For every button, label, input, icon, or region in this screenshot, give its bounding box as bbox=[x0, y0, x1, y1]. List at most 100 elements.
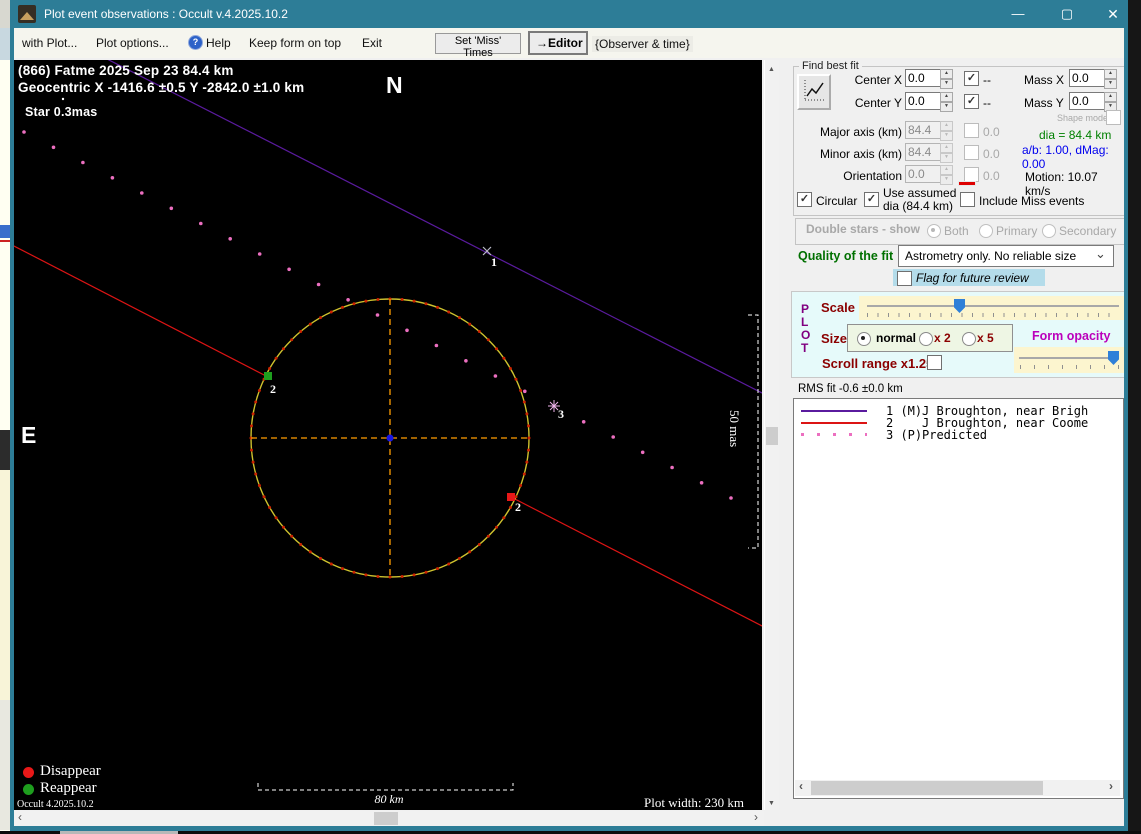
content-area: 1 2 2 3 (866) Fatme 2025 Sep 23 84.4 km … bbox=[14, 58, 1127, 826]
bg-fragment bbox=[0, 240, 10, 242]
scroll-up-icon[interactable]: ▲ bbox=[768, 64, 775, 75]
major-axis-fit-checkbox bbox=[964, 123, 979, 138]
menu-exit[interactable]: Exit bbox=[362, 36, 382, 50]
mass-x-input[interactable] bbox=[1069, 69, 1105, 87]
center-y-fit-checkbox[interactable]: ✓ bbox=[964, 94, 979, 109]
mass-y-label: Mass Y bbox=[1024, 96, 1064, 110]
legend-reappear: Reappear bbox=[40, 780, 97, 796]
major-axis-input bbox=[905, 121, 941, 139]
menu-help[interactable]: Help bbox=[206, 36, 231, 50]
observer-row[interactable]: 3 (P) Predicted bbox=[794, 428, 1121, 442]
find-best-fit-label: Find best fit bbox=[799, 60, 862, 72]
window-border-bottom bbox=[10, 826, 1128, 831]
mass-y-spinner[interactable]: ▲ ▼ bbox=[1104, 92, 1117, 112]
quality-dropdown-value: Astrometry only. No reliable size bbox=[905, 249, 1077, 263]
form-opacity-slider[interactable] bbox=[1014, 347, 1124, 373]
reappear-marker-chord2 bbox=[264, 372, 272, 380]
scroll-range-checkbox[interactable] bbox=[927, 355, 942, 370]
minor-axis-cb-value: 0.0 bbox=[983, 147, 1000, 161]
listbox-horizontal-scrollbar[interactable]: ‹ › bbox=[795, 780, 1120, 796]
chevron-down-icon[interactable]: ⌄ bbox=[1095, 246, 1106, 262]
disappear-dot bbox=[23, 767, 34, 778]
form-opacity-thumb[interactable] bbox=[1108, 351, 1119, 365]
mass-y-input[interactable] bbox=[1069, 92, 1105, 110]
chord-2-line-west bbox=[14, 245, 269, 378]
menu-keep-form-on-top[interactable]: Keep form on top bbox=[249, 36, 341, 50]
center-x-input[interactable] bbox=[905, 69, 941, 87]
minor-axis-fit-checkbox bbox=[964, 145, 979, 160]
plot-horizontal-scrollbar[interactable]: ‹ › bbox=[14, 811, 764, 826]
km-scale-bracket bbox=[257, 783, 514, 791]
center-y-dash: -- bbox=[983, 96, 991, 110]
mas-scale-bracket bbox=[748, 314, 759, 549]
orientation-label: Orientation bbox=[843, 169, 902, 183]
listbox-scroll-thumb[interactable] bbox=[811, 781, 1043, 795]
scroll-left-icon[interactable]: ‹ bbox=[18, 811, 22, 823]
screen: Plot event observations : Occult v.4.202… bbox=[0, 0, 1141, 834]
mass-x-spinner[interactable]: ▲ ▼ bbox=[1104, 69, 1117, 89]
set-miss-times-button[interactable]: Set 'Miss' Times bbox=[435, 33, 521, 59]
major-axis-label: Major axis (km) bbox=[819, 125, 902, 139]
occultation-plot[interactable]: 1 2 2 3 (866) Fatme 2025 Sep 23 84.4 km … bbox=[14, 60, 762, 810]
circular-checkbox[interactable]: ✓ bbox=[797, 192, 812, 207]
horizontal-scroll-thumb[interactable] bbox=[374, 812, 398, 825]
editor-button[interactable]: →Editor bbox=[528, 31, 588, 55]
scroll-range-label: Scroll range x1.25 bbox=[822, 356, 934, 371]
minor-axis-label: Minor axis (km) bbox=[819, 147, 902, 161]
size-x2-label: x 2 bbox=[934, 331, 951, 345]
fit-chart-button[interactable] bbox=[797, 74, 831, 110]
flag-review-checkbox[interactable] bbox=[897, 271, 912, 286]
scale-slider-thumb[interactable] bbox=[954, 299, 965, 313]
window-title: Plot event observations : Occult v.4.202… bbox=[44, 7, 288, 21]
close-button[interactable]: ✕ bbox=[1093, 0, 1133, 28]
flag-review-row: Flag for future review bbox=[893, 269, 1045, 286]
scroll-right-icon[interactable]: › bbox=[754, 811, 758, 823]
center-x-dash: -- bbox=[983, 73, 991, 87]
minimize-button[interactable]: — bbox=[998, 0, 1038, 28]
center-y-input[interactable] bbox=[905, 92, 941, 110]
east-label: E bbox=[21, 422, 37, 448]
title-bar[interactable]: Plot event observations : Occult v.4.202… bbox=[10, 0, 1128, 28]
use-assumed-checkbox[interactable]: ✓ bbox=[864, 192, 879, 207]
bg-fragment bbox=[0, 225, 10, 238]
scroll-down-icon[interactable]: ▼ bbox=[768, 798, 775, 809]
chord-2-line-east bbox=[510, 496, 762, 627]
size-x2-radio[interactable] bbox=[919, 332, 933, 346]
center-y-spinner[interactable]: ▲ ▼ bbox=[940, 92, 953, 112]
center-x-label: Center X bbox=[854, 73, 902, 87]
rms-fit-text: RMS fit -0.6 ±0.0 km bbox=[798, 383, 903, 395]
scale-slider-track[interactable] bbox=[867, 305, 1119, 307]
maximize-button[interactable]: ▢ bbox=[1047, 0, 1087, 28]
plot-vertical-scrollbar[interactable]: ▲ ▼ bbox=[764, 60, 779, 810]
bg-fragment bbox=[0, 470, 10, 700]
include-miss-label: Include Miss events bbox=[979, 194, 1085, 208]
km-scale-label: 80 km bbox=[374, 792, 404, 806]
include-miss-checkbox[interactable] bbox=[960, 192, 975, 207]
double-stars-secondary-label: Secondary bbox=[1059, 224, 1117, 238]
minor-axis-input bbox=[905, 143, 941, 161]
scale-slider[interactable] bbox=[859, 296, 1127, 320]
north-label: N bbox=[386, 72, 403, 98]
app-icon bbox=[18, 5, 36, 23]
bg-fragment bbox=[0, 28, 10, 60]
center-dot bbox=[386, 434, 394, 442]
center-x-spinner[interactable]: ▲ ▼ bbox=[940, 69, 953, 89]
scroll-left-icon[interactable]: ‹ bbox=[799, 780, 803, 792]
shape-model-checkbox[interactable] bbox=[1106, 110, 1121, 125]
scale-label: Scale bbox=[821, 300, 855, 315]
quality-label: Quality of the fit bbox=[798, 249, 894, 263]
size-normal-radio[interactable] bbox=[857, 332, 871, 346]
plot-header-line1: (866) Fatme 2025 Sep 23 84.4 km bbox=[18, 63, 234, 78]
quality-dropdown[interactable]: Astrometry only. No reliable size ⌄ bbox=[898, 245, 1114, 267]
observers-listbox[interactable]: 1 (M) J Broughton, near Brigh 2 J Brough… bbox=[793, 398, 1124, 799]
size-x5-radio[interactable] bbox=[962, 332, 976, 346]
chord1-label: 1 bbox=[491, 255, 497, 269]
bg-fragment bbox=[0, 700, 10, 830]
menu-plot-options[interactable]: Plot options... bbox=[96, 36, 169, 50]
vertical-scroll-thumb[interactable] bbox=[766, 427, 778, 445]
menu-with-plot[interactable]: with Plot... bbox=[22, 36, 77, 50]
center-x-fit-checkbox[interactable]: ✓ bbox=[964, 71, 979, 86]
form-opacity-track[interactable] bbox=[1019, 357, 1119, 359]
scroll-right-icon[interactable]: › bbox=[1109, 780, 1113, 792]
observer-name: Predicted bbox=[922, 428, 988, 442]
